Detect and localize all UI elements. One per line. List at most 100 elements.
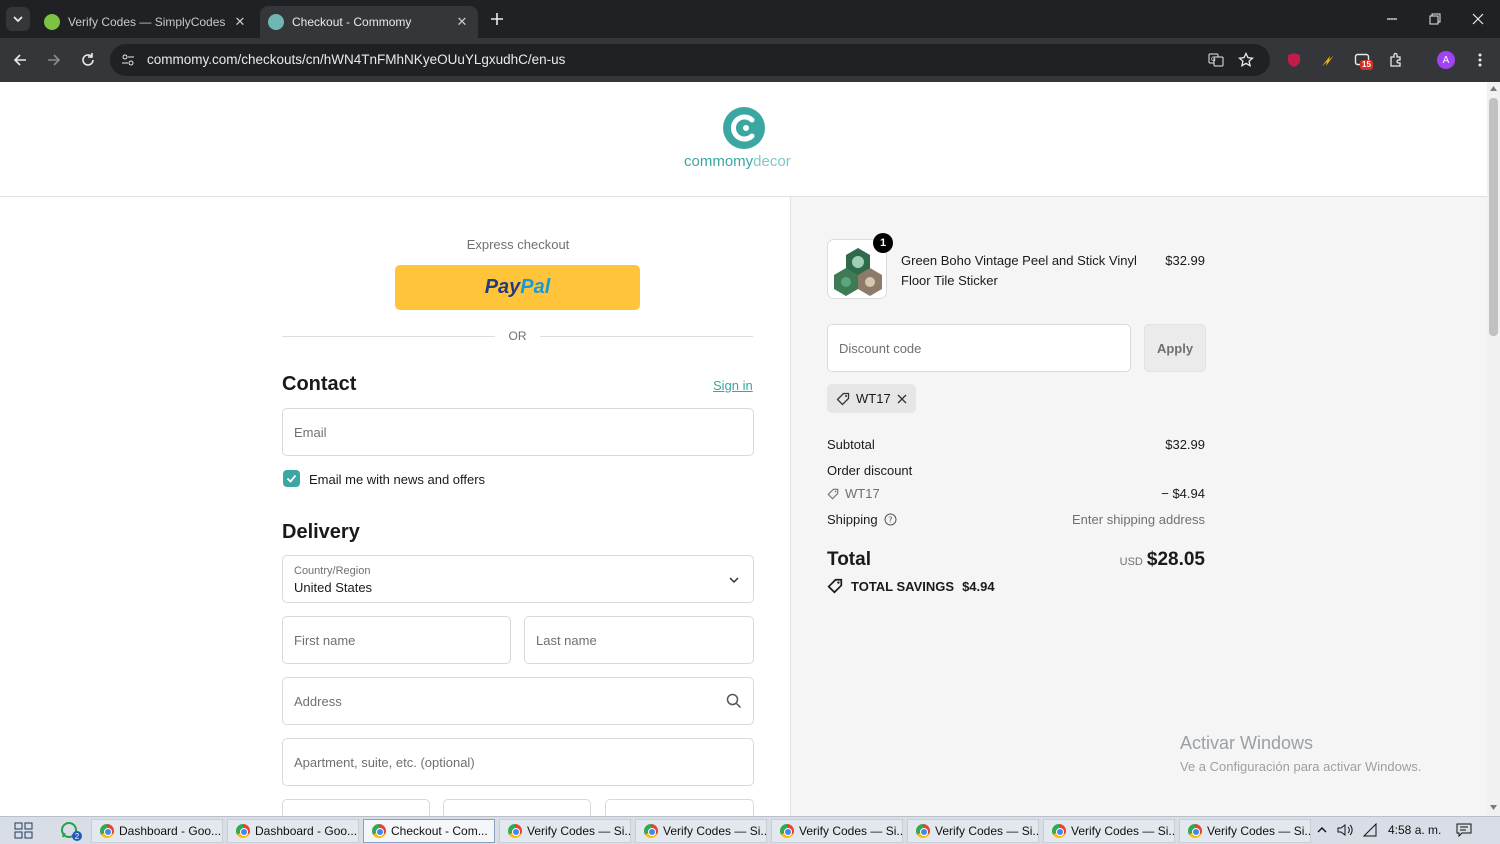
svg-text:G: G [1211, 56, 1216, 63]
site-info-button[interactable] [116, 48, 140, 72]
country-select[interactable]: Country/Region United States [282, 555, 754, 603]
taskbar-item-verify-1[interactable]: Verify Codes — Si... [499, 819, 631, 843]
tune-icon [122, 54, 134, 66]
shield-icon [1288, 53, 1300, 67]
tag-icon [827, 578, 843, 594]
show-hidden-icons-button[interactable] [1316, 824, 1328, 836]
product-name-line1: Green Boho Vintage Peel and Stick Vinyl [901, 253, 1137, 268]
lightning-icon [1322, 55, 1334, 66]
discount-code-field[interactable]: Discount code [827, 324, 1131, 372]
state-field[interactable] [443, 799, 591, 816]
newsletter-checkbox[interactable] [283, 470, 300, 487]
order-discount-value: − $4.94 [1161, 486, 1205, 501]
reload-button[interactable] [76, 48, 100, 72]
notification-icon [1456, 823, 1472, 837]
scroll-down-icon[interactable] [1490, 805, 1497, 810]
address-bar[interactable]: commomy.com/checkouts/cn/hWN4TnFMhNKyeOU… [110, 44, 1270, 76]
sign-in-link[interactable]: Sign in [713, 378, 753, 393]
commomy-favicon-icon [268, 14, 284, 30]
bookmark-button[interactable] [1234, 48, 1258, 72]
profile-button[interactable]: A [1434, 48, 1458, 72]
apartment-field[interactable]: Apartment, suite, etc. (optional) [282, 738, 754, 786]
volume-button[interactable] [1337, 823, 1353, 837]
taskbar-item-label: Dashboard - Goo... [119, 824, 222, 838]
minimize-button[interactable] [1380, 7, 1404, 31]
chrome-icon [916, 824, 930, 838]
scroll-up-icon[interactable] [1490, 86, 1497, 91]
zip-field[interactable] [605, 799, 754, 816]
order-discount-label: Order discount [827, 463, 913, 478]
address-field[interactable]: Address [282, 677, 754, 725]
tab-verify-codes[interactable]: Verify Codes — SimplyCodes ✕ [36, 6, 256, 38]
paypal-logo-pay: Pay [484, 276, 521, 298]
browser-toolbar: commomy.com/checkouts/cn/hWN4TnFMhNKyeOU… [0, 38, 1500, 82]
chrome-icon [1188, 824, 1202, 838]
contact-heading: Contact [282, 373, 357, 395]
action-center-button[interactable] [1456, 823, 1472, 837]
currency-code: USD [1119, 556, 1143, 568]
close-window-button[interactable] [1466, 7, 1490, 31]
chevron-up-icon [1317, 827, 1327, 833]
network-button[interactable] [1362, 823, 1378, 837]
extension-lightning-button[interactable] [1316, 48, 1340, 72]
delivery-heading: Delivery [282, 521, 360, 543]
taskbar-item-verify-3[interactable]: Verify Codes — Si... [771, 819, 903, 843]
taskbar-clock[interactable]: 4:58 a. m. [1388, 823, 1441, 837]
store-header: commomydecor [0, 82, 1487, 197]
start-button[interactable] [14, 822, 34, 840]
search-icon [726, 693, 742, 709]
extension-badge-button[interactable]: 15 [1350, 48, 1374, 72]
simplycodes-favicon-icon [44, 14, 60, 30]
taskbar-item-label: Dashboard - Goo... [255, 824, 358, 838]
store-logo-text[interactable]: commomydecor [684, 153, 791, 170]
tab-title: Verify Codes — SimplyCodes [68, 15, 226, 29]
avatar: A [1437, 51, 1455, 69]
tag-icon [827, 488, 839, 500]
restore-icon [1429, 13, 1441, 25]
taskbar-item-verify-5[interactable]: Verify Codes — Si... [1043, 819, 1175, 843]
city-field[interactable] [282, 799, 430, 816]
browser-menu-button[interactable] [1468, 48, 1492, 72]
taskbar-item-verify-2[interactable]: Verify Codes — Si... [635, 819, 767, 843]
ublock-extension-button[interactable] [1282, 48, 1306, 72]
taskbar-item-dashboard-2[interactable]: Dashboard - Goo... [227, 819, 359, 843]
minimize-icon [1387, 18, 1397, 20]
country-label: Country/Region [294, 565, 371, 577]
taskbar-item-dashboard-1[interactable]: Dashboard - Goo... [91, 819, 223, 843]
close-tab-icon[interactable]: ✕ [232, 14, 248, 30]
chrome-icon [236, 824, 250, 838]
taskbar-item-checkout[interactable]: Checkout - Com... [363, 819, 495, 843]
whatsapp-taskbar-button[interactable]: 2 [60, 821, 82, 841]
forward-button[interactable] [42, 48, 66, 72]
taskbar-item-verify-4[interactable]: Verify Codes — Si... [907, 819, 1039, 843]
product-name-line2: Floor Tile Sticker [901, 273, 998, 288]
new-tab-button[interactable] [485, 7, 509, 31]
address-placeholder: Address [294, 694, 342, 709]
extensions-button[interactable] [1384, 48, 1408, 72]
remove-discount-icon[interactable] [897, 394, 907, 404]
back-button[interactable] [8, 48, 32, 72]
tab-checkout[interactable]: Checkout - Commomy ✕ [260, 6, 478, 38]
scrollbar-thumb[interactable] [1489, 98, 1498, 336]
subtotal-value: $32.99 [1165, 437, 1205, 452]
subtotal-label: Subtotal [827, 437, 875, 452]
apply-discount-button[interactable]: Apply [1144, 324, 1206, 372]
translate-button[interactable]: G [1204, 48, 1228, 72]
taskbar-item-verify-6[interactable]: Verify Codes — Si... [1179, 819, 1311, 843]
last-name-field[interactable]: Last name [524, 616, 754, 664]
help-circle-icon[interactable]: ? [884, 513, 897, 526]
first-name-field[interactable]: First name [282, 616, 511, 664]
svg-text:?: ? [888, 516, 892, 525]
close-tab-icon[interactable]: ✕ [454, 14, 470, 30]
check-icon [286, 474, 297, 483]
page-scrollbar[interactable] [1487, 82, 1500, 816]
grid-icon [14, 822, 33, 839]
taskbar-item-label: Checkout - Com... [391, 824, 488, 838]
tab-search-button[interactable] [6, 7, 30, 31]
paypal-button[interactable]: Pay Pal [395, 265, 640, 310]
email-field[interactable]: Email [282, 408, 754, 456]
store-logo-icon[interactable] [722, 106, 766, 150]
email-placeholder: Email [294, 425, 327, 440]
arrow-right-icon [48, 54, 61, 66]
restore-button[interactable] [1423, 7, 1447, 31]
